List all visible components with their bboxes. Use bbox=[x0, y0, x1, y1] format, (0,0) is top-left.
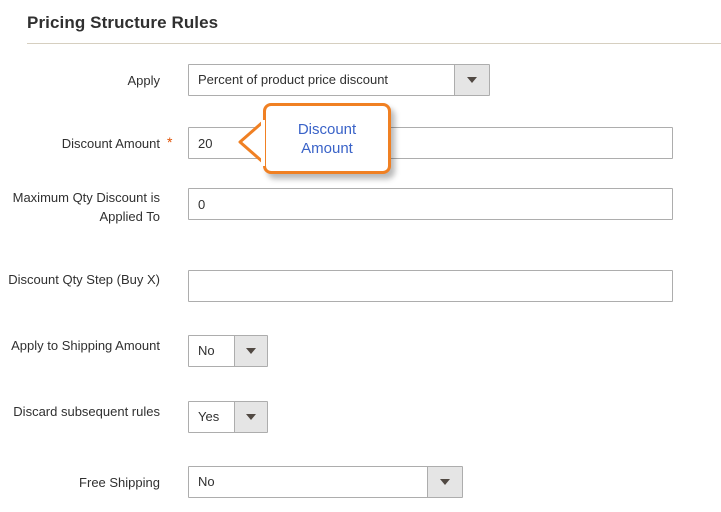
chevron-down-icon[interactable] bbox=[234, 336, 267, 366]
field-label-apply-to-shipping-amount: Apply to Shipping Amount bbox=[11, 338, 160, 353]
field-label-free-shipping: Free Shipping bbox=[79, 475, 160, 490]
field-label-discount-qty-step: Discount Qty Step (Buy X) bbox=[8, 272, 160, 287]
page-title: Pricing Structure Rules bbox=[27, 13, 219, 32]
discount-amount-callout: Discount Amount bbox=[263, 103, 391, 174]
callout-arrow-icon bbox=[237, 120, 265, 166]
field-label-discount-amount: Discount Amount bbox=[61, 136, 160, 151]
section-divider bbox=[27, 43, 721, 44]
discount-qty-step-input[interactable] bbox=[188, 270, 673, 302]
apply-select-value: Percent of product price discount bbox=[198, 72, 389, 87]
chevron-down-icon[interactable] bbox=[234, 402, 267, 432]
chevron-down-icon[interactable] bbox=[427, 467, 462, 497]
maximum-qty-discount-input[interactable] bbox=[188, 188, 673, 220]
section-header: Pricing Structure Rules bbox=[27, 12, 721, 34]
discard-subsequent-rules-select[interactable]: Yes bbox=[188, 401, 268, 433]
free-shipping-select[interactable]: No bbox=[188, 466, 463, 498]
callout-label: Discount Amount bbox=[297, 120, 357, 157]
apply-to-shipping-amount-select-value: No bbox=[198, 343, 215, 358]
chevron-down-icon[interactable] bbox=[454, 65, 489, 95]
apply-select[interactable]: Percent of product price discount bbox=[188, 64, 490, 96]
field-label-maximum-qty-discount-is-applied-to: Maximum Qty Discount is Applied To bbox=[12, 190, 160, 224]
free-shipping-select-value: No bbox=[198, 474, 215, 489]
field-label-apply: Apply bbox=[127, 73, 160, 88]
apply-to-shipping-amount-select[interactable]: No bbox=[188, 335, 268, 367]
pricing-structure-rules-panel: Pricing Structure Rules Apply Percent of… bbox=[0, 0, 721, 512]
discard-subsequent-rules-select-value: Yes bbox=[198, 409, 220, 424]
field-label-discard-subsequent-rules: Discard subsequent rules bbox=[13, 404, 160, 419]
required-asterisk: * bbox=[167, 134, 173, 150]
